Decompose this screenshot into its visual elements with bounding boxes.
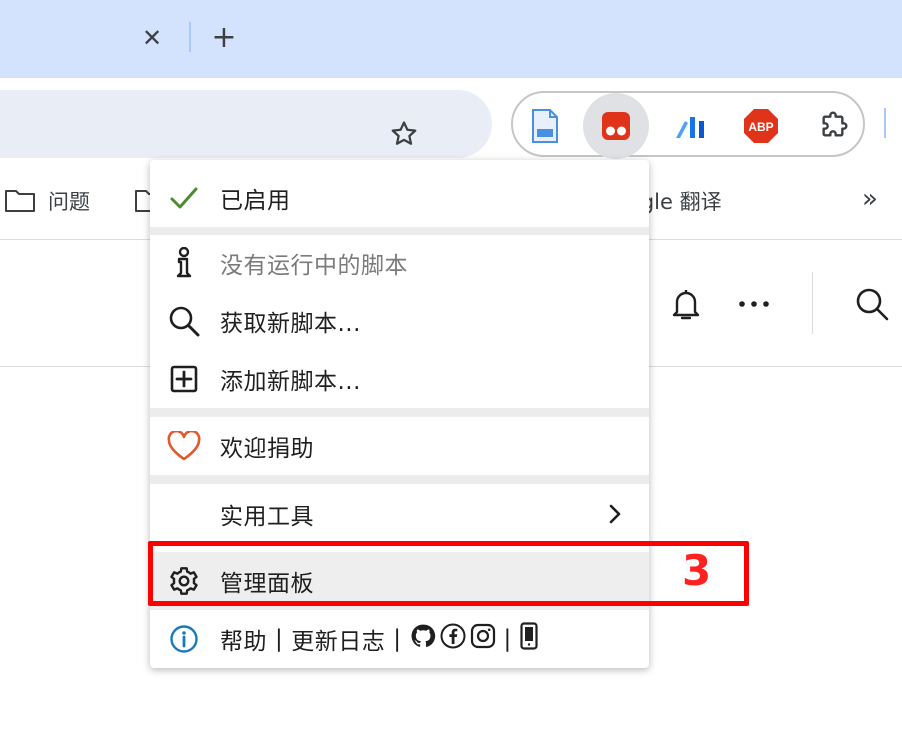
address-bar[interactable] [0,90,492,158]
add-script-label: 添加新脚本... [220,369,361,395]
utilities-submenu[interactable]: 实用工具 [150,485,649,543]
more-icon[interactable] [734,284,774,324]
heart-icon [166,428,202,464]
tampermonkey-icon[interactable] [583,93,649,159]
plus-square-icon [166,361,202,397]
bookmark-star-icon[interactable] [384,114,424,154]
no-scripts-label: 没有运行中的脚本 [220,253,408,279]
separator: | [503,626,512,652]
search-icon[interactable] [852,284,892,324]
toolbar: ABP [0,78,902,170]
enabled-toggle[interactable]: 已启用 [150,169,649,227]
separator: | [275,626,284,652]
annotation-step-number: 3 [682,546,712,595]
extensions-area: ABP [511,91,865,159]
chevron-right-icon [600,499,630,529]
svg-text:ABP: ABP [748,120,773,134]
header-divider [812,272,813,334]
bell-icon[interactable] [666,284,706,324]
utilities-label: 实用工具 [220,504,314,530]
bookmark-label: 问题 [48,190,90,214]
info-circle-icon [166,621,202,657]
tab-strip: ✕ + [0,0,902,78]
menu-section-gap [150,475,649,484]
enabled-label: 已启用 [220,188,291,214]
document-extension-icon[interactable] [523,104,567,148]
menu-section-gap [150,408,649,417]
new-tab-button[interactable]: + [208,22,240,54]
annotation-highlight-box [148,541,749,606]
bookmarks-overflow-icon[interactable]: » [862,184,878,214]
instagram-icon[interactable] [470,623,496,655]
toolbar-separator [884,108,886,138]
tab-close-icon[interactable]: ✕ [138,24,166,52]
get-scripts-label: 获取新脚本... [220,311,361,337]
changelog-link[interactable]: 更新日志 [291,622,385,656]
puzzle-extensions-icon[interactable] [811,104,855,148]
help-links: 帮助 | 更新日志 | | [220,622,538,656]
get-new-scripts[interactable]: 获取新脚本... [150,292,649,350]
search-icon [166,303,202,339]
bookmark-folder[interactable]: 问题 [4,186,90,216]
check-icon [166,180,202,216]
donate-item[interactable]: 欢迎捐助 [150,417,649,475]
github-icon[interactable] [410,623,436,655]
facebook-icon[interactable] [440,623,466,655]
analytics-extension-icon[interactable] [669,104,713,148]
add-new-script[interactable]: 添加新脚本... [150,350,649,408]
help-link[interactable]: 帮助 [220,622,267,656]
info-i-icon [166,245,202,281]
donate-label: 欢迎捐助 [220,436,314,462]
mobile-phone-icon[interactable] [520,622,538,656]
adblock-plus-icon[interactable]: ABP [739,104,783,148]
tab-separator [189,22,191,52]
separator: | [393,626,402,652]
help-row: 帮助 | 更新日志 | | [150,610,649,668]
folder-icon [5,190,35,212]
no-running-scripts: 没有运行中的脚本 [150,234,649,292]
